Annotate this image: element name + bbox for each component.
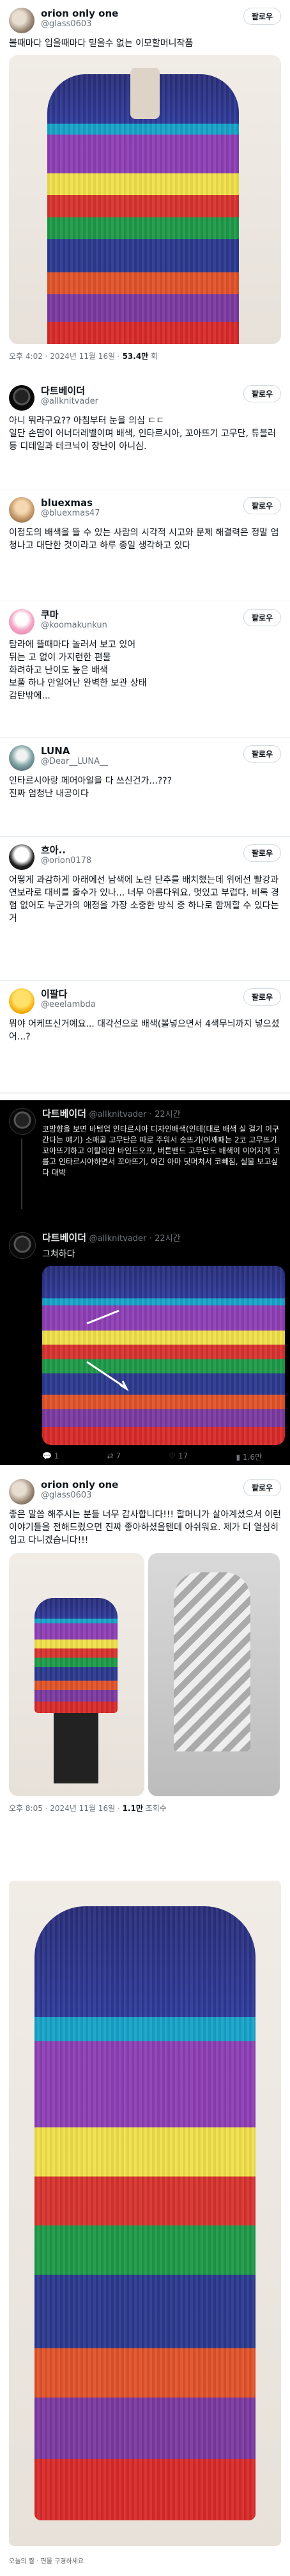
post-time: · 22시간 — [149, 1234, 181, 1244]
timestamp: 오후 4:02 · 2024년 11월 16일 · 53.4만 회 — [9, 352, 158, 361]
avatar[interactable] — [9, 844, 34, 870]
reply-text: 아니 뭐라구요?? 아침부터 눈을 의심 ㄷㄷ 일단 손땀이 어너더레벨이며 배… — [9, 416, 277, 452]
follow-button[interactable]: 팔로우 — [243, 745, 281, 763]
avatar[interactable] — [9, 1479, 34, 1505]
post-followup: orion only one @glass0603 팔로우 좋은 말씀 해주시는… — [0, 1471, 290, 1868]
sweater-photo — [34, 1906, 256, 2520]
retweet-button[interactable]: ⇄ 7 — [107, 1451, 121, 1462]
reply-item: 다트베이더 @allknitvader · 22시간 그쳐하다 💬 1 ⇄ 7 … — [0, 1224, 290, 1489]
author-handle[interactable]: @glass0603 — [41, 19, 243, 29]
reply-item: LUNA @Dear__LUNA__ 팔로우 인타르시아랑 페어아일을 다 쓰신… — [0, 737, 290, 836]
reply-text: 뭐야 어케뜨신거예요... 대각선으로 배색(볼넣으면서 4색무늬까지 넣으셨어… — [9, 1019, 280, 1042]
author-name[interactable]: 흐아.. — [41, 844, 243, 856]
reply-button[interactable]: 💬 1 — [42, 1451, 59, 1462]
avatar[interactable] — [9, 497, 34, 523]
grid-photo-1[interactable] — [9, 1553, 144, 1796]
post-text: 볼때마다 입을때마다 믿을수 없는 이모할머니작품 — [9, 38, 194, 49]
reply-text: 코방향을 보면 바텀업 인타르시아 디자인배색(인테(대로 배색 실 걸기 이구… — [42, 1125, 282, 1177]
reply-item: 쿠마 @koomakunkun 팔로우 탐라에 뜰때마다 놀러서 보고 있어 뒤… — [0, 601, 290, 737]
reply-text: 어떻게 과감하게 아래에선 남색에 노란 단추를 배치했는데 위에선 빨강과 연… — [9, 875, 282, 924]
retweet-icon: ⇄ — [107, 1451, 114, 1460]
phone-hand — [130, 68, 160, 119]
final-photo-block: 오늘의 짤 · 편물 구경하세요 — [0, 1874, 290, 2576]
reply-item: 이팔다 @eeelambda 팔로우 뭐야 어케뜨신거예요... 대각선으로 배… — [0, 980, 290, 1092]
follow-button[interactable]: 팔로우 — [243, 497, 281, 514]
reply-item: bluexmas @bluexmas47 팔로우 이정도의 배색을 뜰 수 있는… — [0, 489, 290, 601]
author-handle[interactable]: @glass0603 — [41, 1490, 243, 1501]
views-button[interactable]: ▮ 1.6만 — [236, 1451, 262, 1462]
follow-button[interactable]: 팔로우 — [243, 988, 281, 1006]
reply-thread: 다트베이더 @allknitvader 팔로우 아니 뭐라구요?? 아침부터 눈… — [0, 377, 290, 1094]
author-name[interactable]: 쿠마 — [41, 609, 243, 620]
author-name[interactable]: 다트베이더 — [42, 1232, 86, 1244]
avatar[interactable] — [9, 609, 34, 635]
closeup-photo[interactable] — [42, 1266, 285, 1445]
follow-button[interactable]: 팔로우 — [243, 609, 281, 626]
reply-text: 탐라에 뜰때마다 놀러서 보고 있어 뒤는 고 없이 가지런한 편물 화려하고 … — [9, 640, 147, 701]
sweater-photo — [34, 1598, 118, 1713]
avatar[interactable] — [9, 988, 34, 1014]
author-name[interactable]: 이팔다 — [41, 988, 243, 1000]
follow-button[interactable]: 팔로우 — [243, 1479, 281, 1496]
grid-photo-2[interactable] — [148, 1553, 280, 1796]
author-handle[interactable]: @allknitvader — [89, 1110, 146, 1119]
photo-grid — [9, 1553, 281, 1796]
thread-connector — [21, 1139, 22, 1209]
author-name[interactable]: orion only one — [41, 1479, 243, 1490]
follow-button[interactable]: 팔로우 — [243, 844, 281, 862]
author-name[interactable]: 다트베이더 — [41, 385, 243, 397]
post-photo[interactable] — [9, 55, 281, 344]
engagement-bar: 💬 1 ⇄ 7 ♡ 17 ▮ 1.6만 — [42, 1451, 281, 1462]
author-name[interactable]: orion only one — [41, 8, 243, 19]
follow-button[interactable]: 팔로우 — [243, 8, 281, 25]
dark-thread: 다트베이더 @allknitvader · 22시간 코방향을 보면 바텀업 인… — [0, 1100, 290, 1465]
like-button[interactable]: ♡ 17 — [169, 1451, 188, 1462]
reply-icon: 💬 — [42, 1451, 52, 1460]
reply-text: 인타르시아랑 페어아일을 다 쓰신건가...??? 진짜 엄청난 내공이다 — [9, 776, 172, 799]
page: orion only one @glass0603 팔로우 볼때마다 입을때마다… — [0, 0, 290, 2576]
pattern-photo — [174, 1572, 250, 1751]
author-name[interactable]: LUNA — [41, 745, 243, 757]
avatar[interactable] — [9, 1232, 36, 1259]
post-original: orion only one @glass0603 팔로우 볼때마다 입을때마다… — [0, 0, 290, 371]
author-name[interactable]: bluexmas — [41, 497, 243, 509]
annotation-arrows — [86, 1309, 129, 1391]
author-handle[interactable]: @orion0178 — [41, 856, 243, 866]
legs — [54, 1713, 98, 1783]
post-time: · 22시간 — [149, 1110, 181, 1119]
follow-button[interactable]: 팔로우 — [243, 385, 281, 402]
avatar[interactable] — [9, 8, 34, 33]
reply-item: 다트베이더 @allknitvader · 22시간 코방향을 보면 바텀업 인… — [0, 1100, 290, 1224]
author-handle[interactable]: @koomakunkun — [41, 620, 243, 631]
author-handle[interactable]: @eeelambda — [41, 1000, 243, 1010]
author-handle[interactable]: @Dear__LUNA__ — [41, 757, 243, 767]
reply-item: 다트베이더 @allknitvader 팔로우 아니 뭐라구요?? 아침부터 눈… — [0, 377, 290, 489]
reply-text: 이정도의 배색을 뜰 수 있는 사람의 시각적 시고와 문제 해결력은 정말 엄… — [9, 528, 279, 551]
heart-icon: ♡ — [169, 1451, 176, 1460]
author-handle[interactable]: @bluexmas47 — [41, 509, 243, 519]
reply-text: 그쳐하다 — [42, 1249, 75, 1260]
footer-caption: 오늘의 짤 · 편물 구경하세요 — [9, 2558, 84, 2565]
timestamp: 오후 8:05 · 2024년 11월 16일 · 1.1만 조회수 — [9, 1804, 167, 1813]
post-text: 좋은 말씀 해주시는 분들 너무 감사합니다!!! 할머니가 살아계셨으서 이런… — [9, 1510, 284, 1545]
avatar[interactable] — [9, 745, 34, 771]
author-handle[interactable]: @allknitvader — [41, 397, 243, 407]
reply-item: 흐아.. @orion0178 팔로우 어떻게 과감하게 아래에선 남색에 노란… — [0, 836, 290, 980]
author-name[interactable]: 다트베이더 — [42, 1108, 86, 1119]
views-icon: ▮ — [236, 1453, 241, 1462]
author-handle[interactable]: @allknitvader — [89, 1234, 146, 1244]
full-photo[interactable] — [9, 1881, 281, 2546]
avatar[interactable] — [9, 385, 34, 411]
avatar[interactable] — [9, 1108, 36, 1135]
